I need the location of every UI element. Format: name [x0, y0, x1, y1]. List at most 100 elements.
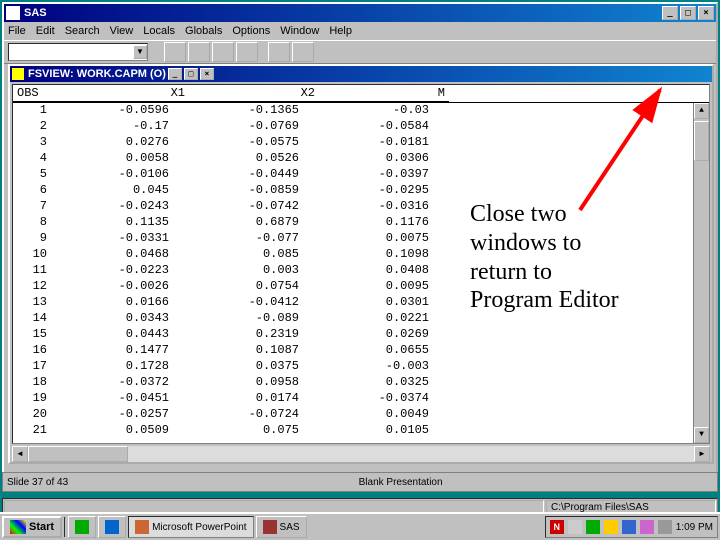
cell-x1: -0.0106 [59, 167, 189, 183]
toolbar-combo[interactable]: ▼ [8, 43, 148, 61]
menu-edit[interactable]: Edit [36, 25, 55, 37]
cell-m: -0.0584 [319, 119, 449, 135]
cell-x1: -0.0451 [59, 391, 189, 407]
cell-m: 0.0408 [319, 263, 449, 279]
tray-icon-4[interactable] [604, 520, 618, 534]
inner-titlebar[interactable]: FSVIEW: WORK.CAPM (O) _ □ × [10, 66, 712, 82]
start-label: Start [29, 521, 54, 533]
menu-file[interactable]: File [8, 25, 26, 37]
tray-user-icon[interactable] [658, 520, 672, 534]
taskbar-item-powerpoint[interactable]: Microsoft PowerPoint [128, 516, 253, 538]
cell-obs: 7 [13, 199, 59, 215]
cell-x2: 0.0174 [189, 391, 319, 407]
table-row[interactable]: 1-0.0596-0.1365-0.03 [13, 103, 709, 119]
presentation-title: Blank Presentation [359, 477, 443, 488]
menu-help[interactable]: Help [329, 25, 352, 37]
cell-obs: 2 [13, 119, 59, 135]
cell-x2: 0.0526 [189, 151, 319, 167]
taskbar-clock[interactable]: 1:09 PM [676, 522, 713, 533]
cell-obs: 3 [13, 135, 59, 151]
ql-icon-2 [105, 520, 119, 534]
toolbar-btn-5[interactable] [268, 42, 290, 62]
cell-x2: 0.0375 [189, 359, 319, 375]
menu-search[interactable]: Search [65, 25, 100, 37]
table-row[interactable]: 40.00580.05260.0306 [13, 151, 709, 167]
cell-x2: -0.077 [189, 231, 319, 247]
start-button[interactable]: Start [2, 516, 62, 538]
menu-view[interactable]: View [110, 25, 134, 37]
cell-x2: -0.0724 [189, 407, 319, 423]
vscroll-thumb[interactable] [694, 121, 709, 161]
cell-obs: 1 [13, 103, 59, 119]
toolbar-btn-4[interactable] [236, 42, 258, 62]
tray-icon-6[interactable] [640, 520, 654, 534]
menu-globals[interactable]: Globals [185, 25, 222, 37]
cell-obs: 4 [13, 151, 59, 167]
powerpoint-icon [135, 520, 149, 534]
outer-titlebar[interactable]: SAS _ □ × [4, 4, 716, 22]
outer-maximize-button[interactable]: □ [680, 6, 696, 20]
menu-options[interactable]: Options [232, 25, 270, 37]
cell-x1: -0.0223 [59, 263, 189, 279]
cell-x2: 0.2319 [189, 327, 319, 343]
table-row[interactable]: 160.14770.10870.0655 [13, 343, 709, 359]
hscroll-thumb[interactable] [28, 446, 128, 462]
inner-close-button[interactable]: × [200, 68, 214, 80]
cell-x2: -0.0449 [189, 167, 319, 183]
table-row[interactable]: 150.04430.23190.0269 [13, 327, 709, 343]
toolbar-btn-2[interactable] [188, 42, 210, 62]
tray-icon-5[interactable] [622, 520, 636, 534]
table-row[interactable]: 2-0.17-0.0769-0.0584 [13, 119, 709, 135]
table-row[interactable]: 30.0276-0.0575-0.0181 [13, 135, 709, 151]
outer-close-button[interactable]: × [698, 6, 714, 20]
cell-x2: 0.075 [189, 423, 319, 439]
cell-x1: -0.17 [59, 119, 189, 135]
horizontal-scrollbar[interactable]: ◄ ► [12, 446, 710, 462]
cell-x1: -0.0331 [59, 231, 189, 247]
toolbar-btn-6[interactable] [292, 42, 314, 62]
cell-x1: 0.0443 [59, 327, 189, 343]
inner-minimize-button[interactable]: _ [168, 68, 182, 80]
tray-n-icon[interactable]: N [550, 520, 564, 534]
table-row[interactable]: 210.05090.0750.0105 [13, 423, 709, 439]
taskbar: Start Microsoft PowerPoint SAS N 1:09 PM [0, 512, 720, 540]
cell-x2: -0.0769 [189, 119, 319, 135]
toolbar-btn-3[interactable] [212, 42, 234, 62]
vertical-scrollbar[interactable]: ▲ ▼ [693, 103, 709, 443]
table-row[interactable]: 170.17280.0375-0.003 [13, 359, 709, 375]
table-row[interactable]: 5-0.0106-0.0449-0.0397 [13, 167, 709, 183]
cell-obs: 17 [13, 359, 59, 375]
scroll-left-arrow-icon[interactable]: ◄ [12, 446, 28, 462]
tray-speaker-icon[interactable] [568, 520, 582, 534]
table-row[interactable]: 60.045-0.0859-0.0295 [13, 183, 709, 199]
cell-obs: 13 [13, 295, 59, 311]
column-headers: OBS X1 X2 M [13, 85, 709, 103]
cell-m: 0.0221 [319, 311, 449, 327]
hscroll-track[interactable] [28, 446, 694, 462]
table-row[interactable]: 19-0.04510.0174-0.0374 [13, 391, 709, 407]
cell-x2: 0.6879 [189, 215, 319, 231]
cell-obs: 9 [13, 231, 59, 247]
scroll-up-arrow-icon[interactable]: ▲ [694, 103, 709, 119]
cell-x1: 0.0276 [59, 135, 189, 151]
cell-obs: 14 [13, 311, 59, 327]
taskbar-item-sas[interactable]: SAS [256, 516, 307, 538]
menu-window[interactable]: Window [280, 25, 319, 37]
cell-x1: -0.0257 [59, 407, 189, 423]
cell-m: -0.0374 [319, 391, 449, 407]
chevron-down-icon[interactable]: ▼ [133, 45, 147, 59]
inner-maximize-button[interactable]: □ [184, 68, 198, 80]
cell-obs: 8 [13, 215, 59, 231]
menu-locals[interactable]: Locals [143, 25, 175, 37]
table-row[interactable]: 18-0.03720.09580.0325 [13, 375, 709, 391]
table-row[interactable]: 20-0.0257-0.07240.0049 [13, 407, 709, 423]
cell-obs: 21 [13, 423, 59, 439]
header-m: M [319, 85, 449, 102]
quick-launch-1[interactable] [68, 516, 96, 538]
quick-launch-2[interactable] [98, 516, 126, 538]
scroll-down-arrow-icon[interactable]: ▼ [694, 427, 709, 443]
tray-net-icon[interactable] [586, 520, 600, 534]
outer-minimize-button[interactable]: _ [662, 6, 678, 20]
toolbar-btn-1[interactable] [164, 42, 186, 62]
scroll-right-arrow-icon[interactable]: ► [694, 446, 710, 462]
